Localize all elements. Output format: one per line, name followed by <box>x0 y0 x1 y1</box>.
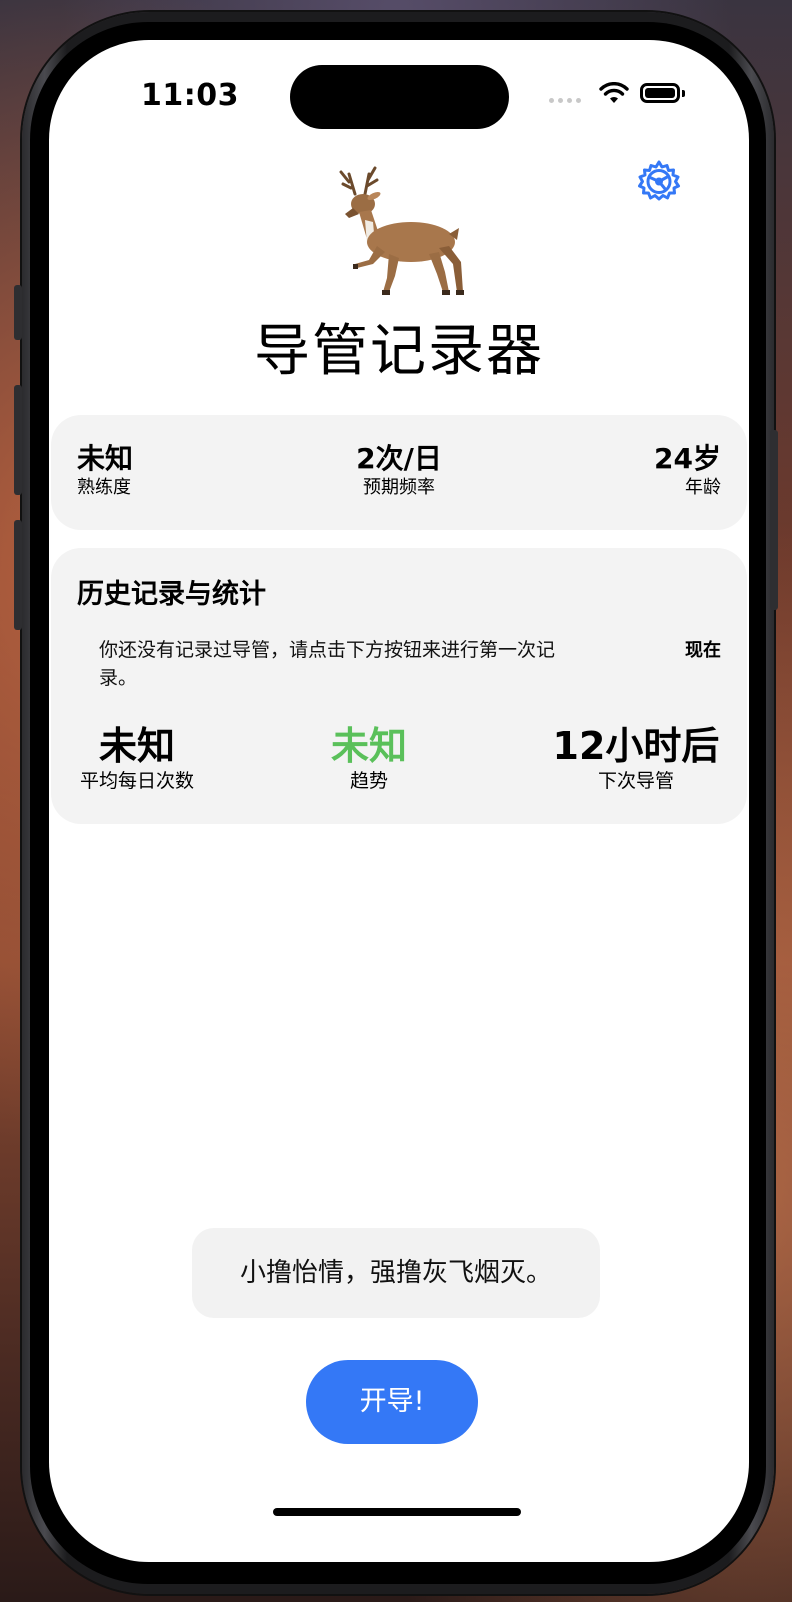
empty-history-message: 你还没有记录过导管，请点击下方按钮来进行第一次记录。 <box>99 639 556 689</box>
avg-daily-label: 平均每日次数 <box>79 770 194 792</box>
frequency-value: 2次/日 <box>356 442 442 475</box>
wifi-icon <box>599 82 629 108</box>
next-label: 下次导管 <box>597 770 674 792</box>
status-time: 11:03 <box>141 78 239 113</box>
home-indicator[interactable] <box>273 1508 521 1516</box>
quote-box: 小撸怡情，强撸灰飞烟灭。 <box>192 1228 600 1318</box>
next-stat: 12小时后 下次导管 <box>551 724 721 794</box>
age-stat: 24岁 年龄 <box>654 442 721 500</box>
proficiency-value: 未知 <box>77 442 134 475</box>
age-label: 年龄 <box>685 477 721 498</box>
start-button[interactable]: 开导! <box>306 1360 478 1444</box>
frequency-label: 预期频率 <box>363 477 435 498</box>
proficiency-stat: 未知 熟练度 <box>77 442 133 500</box>
action-button <box>14 285 22 340</box>
history-title: 历史记录与统计 <box>77 579 266 610</box>
history-time-label: 现在 <box>685 640 721 661</box>
volume-up-button <box>14 385 22 495</box>
age-value: 24岁 <box>654 442 721 475</box>
proficiency-label: 熟练度 <box>77 477 131 498</box>
gear-icon[interactable] <box>636 159 682 205</box>
frequency-stat: 2次/日 预期频率 <box>299 442 499 500</box>
avg-daily-stat: 未知 平均每日次数 <box>77 724 197 794</box>
next-value: 12小时后 <box>552 724 720 768</box>
app-title: 导管记录器 <box>254 319 544 384</box>
battery-icon <box>640 83 680 103</box>
avg-daily-value: 未知 <box>98 724 175 768</box>
trend-label: 趋势 <box>349 770 388 792</box>
cellular-signal-icon <box>549 98 581 103</box>
battery-cap <box>682 90 685 97</box>
trend-stat: 未知 趋势 <box>309 724 429 794</box>
dynamic-island <box>290 65 509 129</box>
power-button <box>770 430 778 610</box>
summary-card: 未知 熟练度 2次/日 预期频率 24岁 年龄 <box>51 415 747 530</box>
deer-icon <box>319 160 469 298</box>
volume-down-button <box>14 520 22 630</box>
trend-value: 未知 <box>330 724 407 768</box>
app-screen: 11:03 导管记录器 未知 熟练度 2次/日 预期频率 24岁 年龄 历史记录… <box>49 40 749 1562</box>
history-card: 历史记录与统计 你还没有记录过导管，请点击下方按钮来进行第一次记录。 现在 未知… <box>51 548 747 824</box>
